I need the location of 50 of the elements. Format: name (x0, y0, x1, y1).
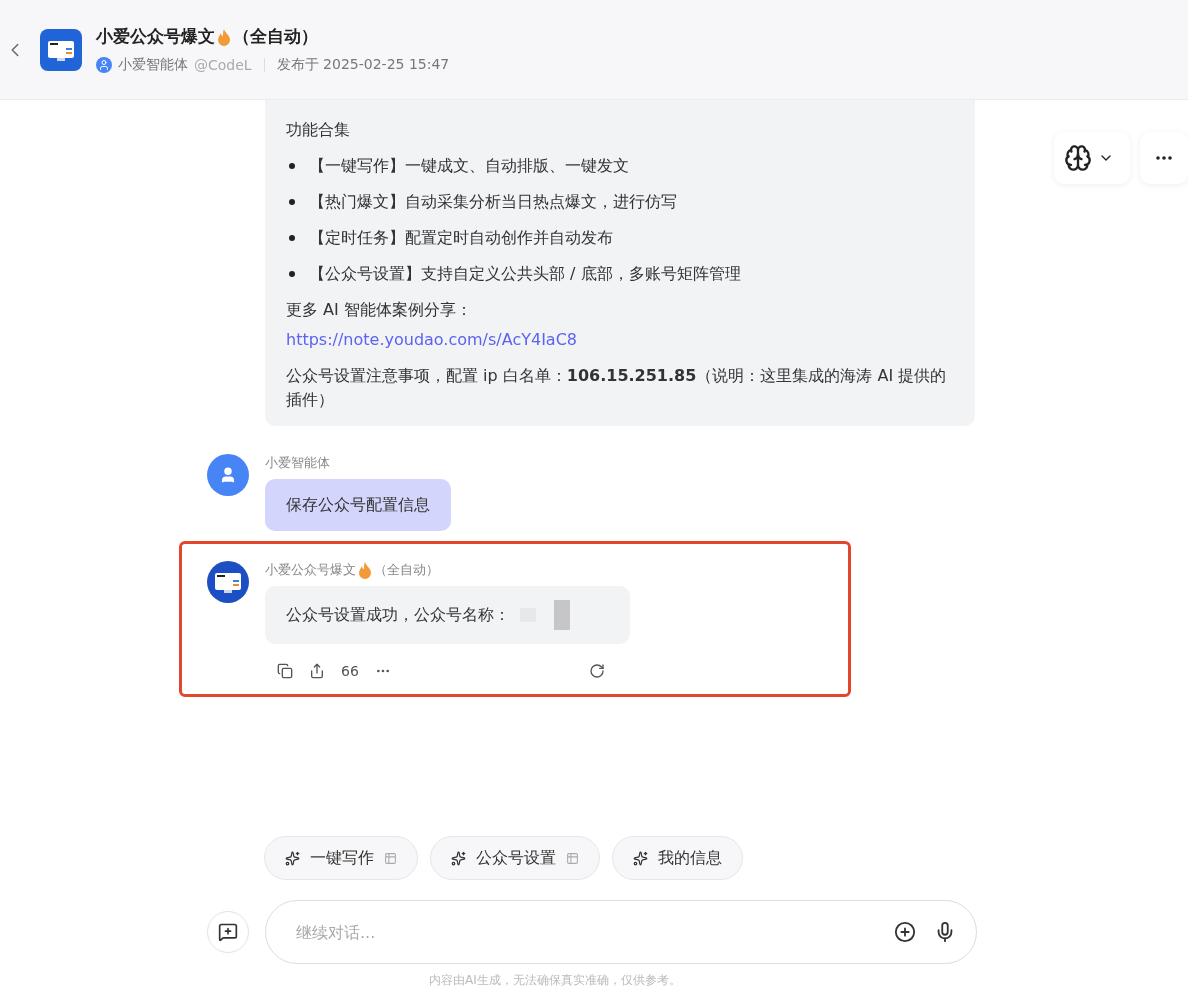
sender-name: 小爱公众号爆文 (265, 561, 356, 579)
feature-text: 【一键写作】一键成文、自动排版、一键发文 (309, 155, 629, 177)
chat-plus-icon (218, 922, 238, 942)
bot-avatar (207, 561, 249, 603)
author-icon (96, 57, 112, 73)
note-text: 公众号设置注意事项，配置 ip 白名单：106.15.251.85（说明：这里集成的海涛 AI 提供的插件） (286, 365, 948, 411)
feature-text: 【定时任务】配置定时自动创作并自动发布 (309, 227, 613, 249)
section-heading: 功能合集 (286, 119, 351, 141)
bullet-dot (289, 235, 295, 241)
model-picker-button[interactable] (1054, 132, 1130, 184)
suggestion-chip[interactable]: 公众号设置 (430, 836, 600, 880)
sender-name: 小爱智能体 (265, 454, 330, 472)
title-suffix: （全自动） (233, 25, 318, 48)
more-icon (1156, 156, 1172, 160)
feature-text: 【公众号设置】支持自定义公共头部 / 底部，多账号矩阵管理 (309, 263, 741, 285)
bullet-dot (289, 163, 295, 169)
new-chat-button[interactable] (207, 911, 249, 953)
suggestion-chip[interactable]: 一键写作 (264, 836, 418, 880)
link-label: 更多 AI 智能体案例分享： (286, 299, 473, 321)
share-link[interactable]: https://note.youdao.com/s/AcY4IaC8 (286, 330, 577, 349)
copy-icon (277, 663, 293, 679)
feature-text: 【热门爆文】自动采集分析当日热点爆文，进行仿写 (309, 191, 677, 213)
bullet-dot (289, 199, 295, 205)
bullet-dot (289, 271, 295, 277)
plus-circle-icon (894, 921, 916, 943)
publish-date: 发布于 2025-02-25 15:47 (276, 56, 450, 74)
message-text: 保存公众号配置信息 (286, 494, 430, 516)
flame-icon (358, 561, 372, 579)
refresh-icon (589, 663, 605, 679)
brain-icon (1064, 144, 1092, 172)
quote-button[interactable]: 66 (341, 663, 359, 679)
suggestion-chip[interactable]: 我的信息 (612, 836, 743, 880)
user-avatar (207, 454, 249, 496)
sparkle-icon (285, 850, 300, 866)
copy-button[interactable] (277, 663, 293, 679)
share-icon (309, 663, 325, 679)
disclaimer-text: 内容由AI生成，无法确保真实准确，仅供参考。 (428, 972, 682, 989)
author-handle: @CodeL (194, 57, 252, 73)
share-button[interactable] (309, 663, 325, 679)
message-input[interactable]: 继续对话... (294, 921, 876, 943)
sender-suffix: （全自动） (374, 561, 439, 579)
app-logo (40, 28, 82, 71)
flame-icon (217, 27, 231, 46)
chat-title: 小爱公众号爆文 (96, 25, 215, 48)
message-text: 公众号设置成功，公众号名称： (286, 604, 510, 626)
add-button[interactable] (894, 921, 916, 943)
author-name: 小爱智能体 (118, 56, 188, 74)
sparkle-icon (633, 850, 648, 866)
sparkle-icon (451, 850, 466, 866)
regenerate-button[interactable] (589, 663, 605, 679)
